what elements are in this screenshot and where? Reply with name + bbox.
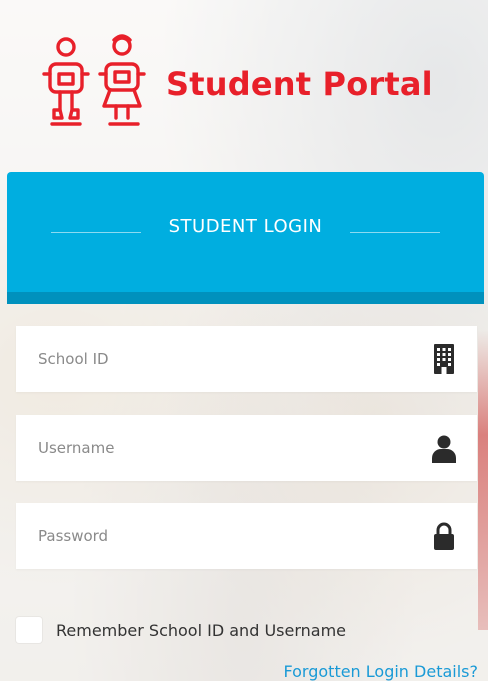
password-input[interactable] xyxy=(38,503,418,569)
login-header-strip xyxy=(7,292,484,304)
remember-me[interactable]: Remember School ID and Username xyxy=(16,617,346,643)
header-divider-left xyxy=(51,232,141,233)
login-title: STUDENT LOGIN xyxy=(168,215,323,237)
portal-header: Student Portal xyxy=(40,34,433,134)
background-accent xyxy=(478,330,488,630)
building-icon xyxy=(434,344,454,374)
portal-title: Student Portal xyxy=(166,65,433,103)
remember-label[interactable]: Remember School ID and Username xyxy=(56,621,346,640)
lock-icon xyxy=(434,522,454,550)
students-logo-icon xyxy=(42,34,146,126)
username-field[interactable] xyxy=(16,415,477,481)
user-icon xyxy=(432,435,456,463)
school-id-field[interactable] xyxy=(16,326,477,392)
forgot-login-link[interactable]: Forgotten Login Details? xyxy=(284,662,479,681)
login-header: STUDENT LOGIN xyxy=(7,172,484,292)
header-divider-right xyxy=(350,232,440,233)
password-field[interactable] xyxy=(16,503,477,569)
remember-checkbox[interactable] xyxy=(16,617,42,643)
school-id-input[interactable] xyxy=(38,326,418,392)
username-input[interactable] xyxy=(38,415,418,481)
